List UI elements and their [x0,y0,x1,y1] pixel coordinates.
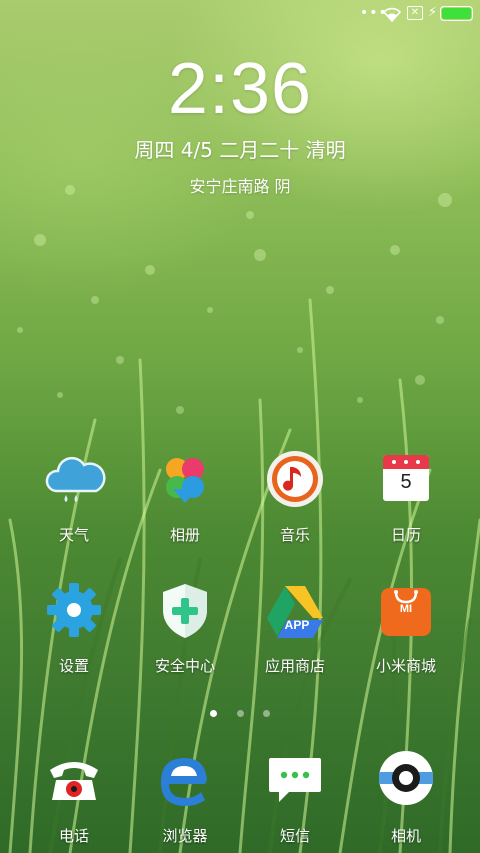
app-store-badge: APP [284,618,310,632]
app-store[interactable]: APP 应用商店 [240,580,350,676]
wifi-icon [382,7,402,22]
phone-icon [42,750,106,814]
clock-time[interactable]: 2:36 [0,48,480,130]
dock-phone[interactable]: 电话 [19,750,129,846]
page-dot [210,710,218,717]
dock-camera[interactable]: 相机 [351,750,461,846]
weather-icon [42,449,106,513]
page-dot [262,710,270,717]
calendar-icon: 5 [374,449,438,513]
app-label: 浏览器 [162,827,208,845]
app-label: 音乐 [279,526,310,544]
app-weather[interactable]: 天气 [19,449,129,545]
app-label: 短信 [279,827,310,845]
messages-icon [263,750,327,814]
app-music[interactable]: 音乐 [240,449,350,545]
mi-store-badge: MI [399,603,413,615]
app-label: 日历 [390,526,421,544]
app-label: 电话 [58,827,89,845]
app-label: 小米商城 [375,657,436,675]
battery-level [442,8,471,19]
app-label: 相机 [390,827,421,845]
app-gallery[interactable]: 相册 [130,449,240,545]
app-calendar[interactable]: 5 日历 [351,449,461,545]
weather-location-text[interactable]: 安宁庄南路 阴 [0,173,480,197]
dock-messages[interactable]: 短信 [240,750,350,846]
dock-browser[interactable]: 浏览器 [130,750,240,846]
gallery-icon [153,449,217,513]
status-bar: ••• ✕ ⚡ [0,0,480,28]
calendar-day: 5 [400,471,412,493]
no-sim-icon: ✕ [407,6,423,20]
app-label: 天气 [58,526,89,544]
app-label: 安全中心 [154,657,215,675]
charging-icon: ⚡ [428,5,438,20]
music-icon [263,449,327,513]
page-dot [236,710,244,717]
browser-icon [153,750,217,814]
app-label: 应用商店 [264,657,325,675]
camera-icon [374,750,438,814]
settings-gear-icon [42,580,106,644]
date-text[interactable]: 周四 4/5 二月二十 清明 [0,134,480,163]
app-settings[interactable]: 设置 [19,580,129,676]
mi-store-bag-icon: MI [374,580,438,644]
app-security-center[interactable]: 安全中心 [130,580,240,676]
page-indicator [0,702,480,721]
app-mi-store[interactable]: MI 小米商城 [351,580,461,676]
battery-icon [440,6,473,21]
app-store-icon: APP [263,580,327,644]
security-shield-icon [153,580,217,644]
app-label: 相册 [169,526,200,544]
app-label: 设置 [58,657,89,675]
